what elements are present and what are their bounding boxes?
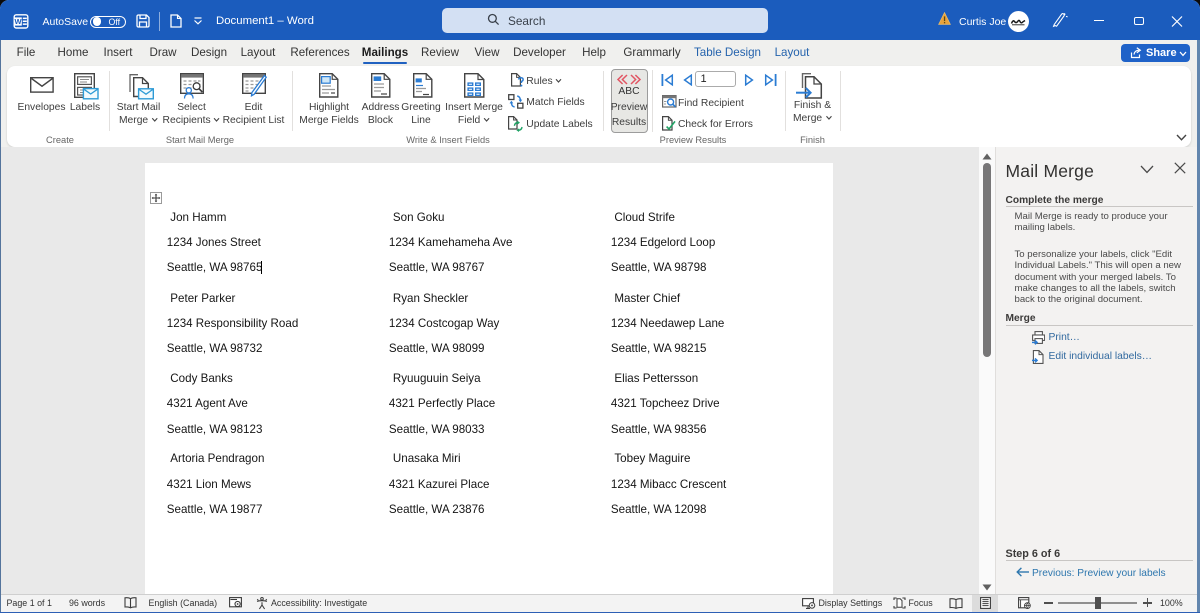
svg-text:W: W [14, 17, 22, 26]
